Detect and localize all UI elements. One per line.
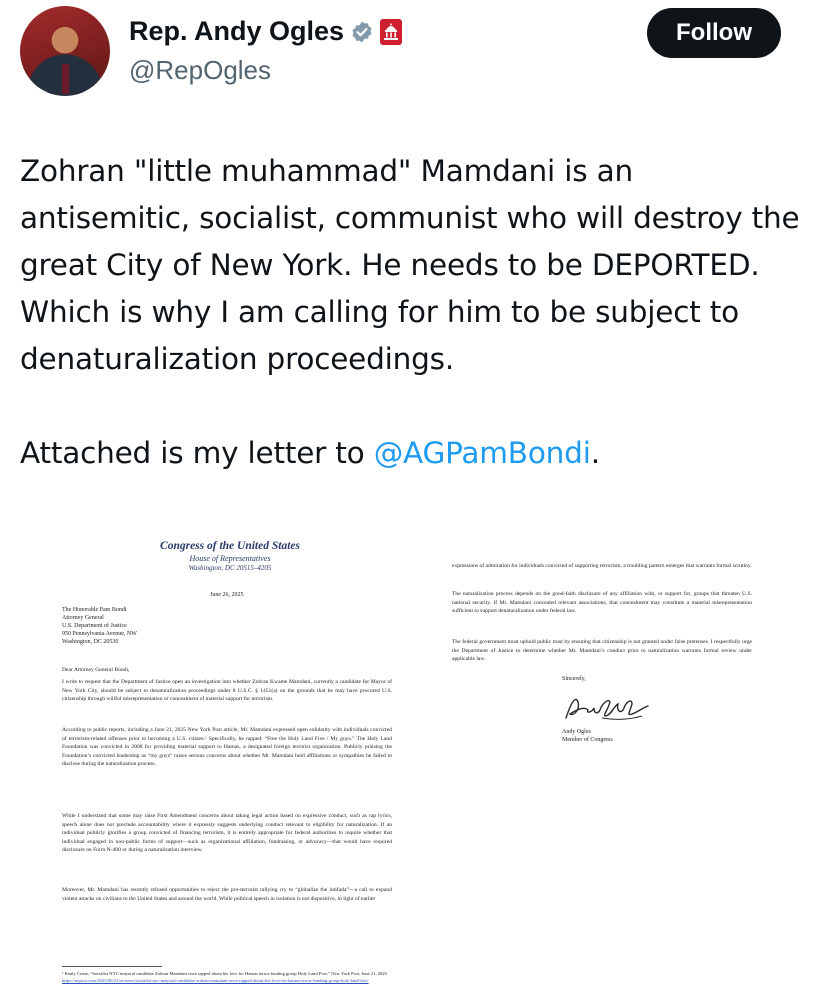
letter-paragraph-7: The federal government must uphold publi… [452,639,752,663]
letter-paragraph-1: I write to request that the Department o… [62,679,392,703]
tweet-attached-suffix: . [590,436,600,470]
letterhead-congress: Congress of the United States [160,540,300,552]
tweet-body: Zohran "little muhammad" Mamdani is an a… [20,154,800,376]
footnote-text: ¹ Emily Crane, “Socialist NYC mayoral ca… [62,971,389,976]
tweet-text: Zohran "little muhammad" Mamdani is an a… [20,148,800,477]
mention-link[interactable]: @AGPamBondi [374,436,591,470]
letterhead: Congress of the United States House of R… [60,540,400,572]
letter-date: June 26, 2025 [210,592,244,598]
handwritten-signature [562,692,652,729]
tweet-attached-prefix: Attached is my letter to [20,436,374,470]
avatar[interactable] [20,6,110,96]
us-capitol-icon[interactable] [380,18,403,45]
author-name[interactable]: Rep. Andy Ogles [129,16,344,47]
letter-page-2: expressions of admiration for individual… [452,520,762,990]
footnote-divider [62,966,162,967]
salutation: Dear Attorney General Bondi, [62,667,130,673]
letter-closing: Sincerely, [562,676,586,682]
letter-paragraph-6: The naturalization process depends on th… [452,591,752,615]
letter-paragraph-4: Moreover, Mr. Mamdani has recently refus… [62,887,392,902]
tweet-header: Rep. Andy Ogles @RepOgles Follow [0,0,817,110]
recipient-address: The Honorable Pam Bondi Attorney General… [62,607,137,645]
author-name-row: Rep. Andy Ogles [129,16,403,47]
letterhead-house: House of Representatives [189,554,271,563]
author-handle[interactable]: @RepOgles [129,55,271,86]
letter-paragraph-2: According to public reports, including a… [62,727,392,768]
letterhead-city: Washington, DC 20515–4205 [188,564,272,572]
footnote-link[interactable]: https://nypost.com/2025/06/21/us-news/so… [62,978,369,983]
letter-paragraph-3: While I understand that some may raise F… [62,813,392,854]
signer-block: Andy Ogles Member of Congress [562,729,613,743]
attached-letter-image[interactable]: Congress of the United States House of R… [20,520,800,990]
letter-page-1: Congress of the United States House of R… [60,520,400,990]
footnote: ¹ Emily Crane, “Socialist NYC mayoral ca… [62,970,392,984]
follow-button[interactable]: Follow [647,8,781,58]
verified-badge-icon[interactable] [350,20,374,44]
letter-paragraph-5: expressions of admiration for individual… [452,563,752,569]
